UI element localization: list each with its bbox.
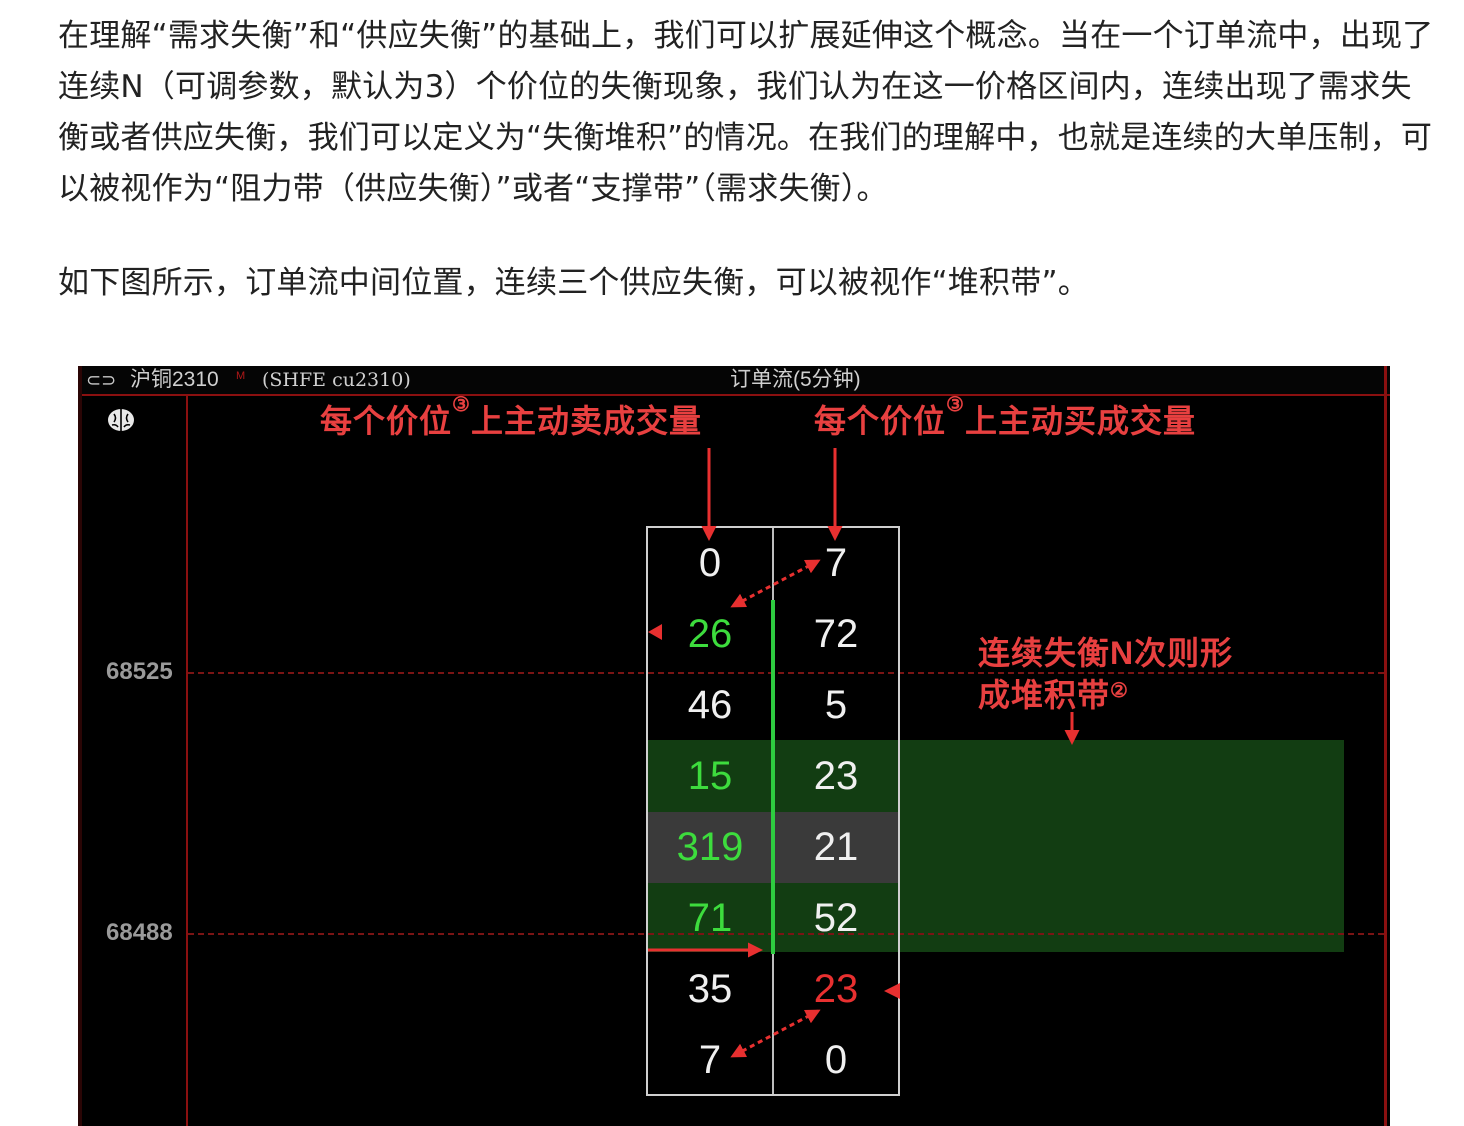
- diagonal-compare-arrow-top: [730, 559, 821, 608]
- row-pointer-right: [884, 983, 900, 999]
- paragraph-figure-intro: 如下图所示，订单流中间位置，连续三个供应失衡，可以被视作“堆积带”。: [58, 265, 1089, 301]
- orderflow-screenshot: ⊂⊃ 沪铜2310 M (SHFE cu2310) 订单流(5分钟) 68525…: [78, 366, 1390, 1126]
- annotation-arrows: [648, 448, 1080, 1058]
- row-pointer-left: [648, 624, 662, 640]
- paragraph-imbalance-stacking: 在理解“需求失衡”和“供应失衡”的基础上，我们可以扩展延伸这个概念。当在一个订单…: [58, 18, 1434, 207]
- diagonal-compare-arrow-bottom: [730, 1009, 821, 1058]
